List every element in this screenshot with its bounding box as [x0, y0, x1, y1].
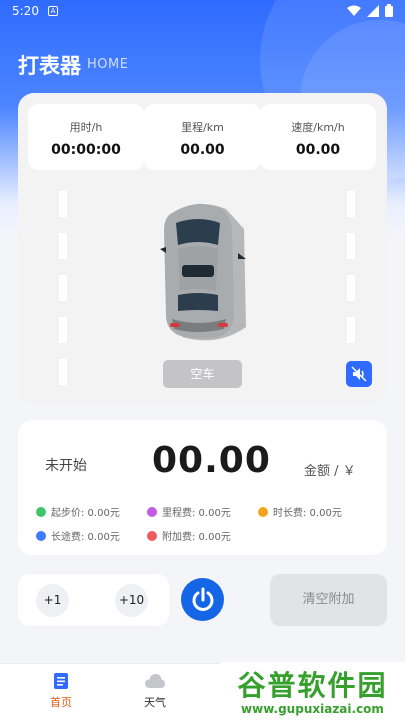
lane-mark — [347, 191, 355, 217]
fee-long-distance-label: 长途费: 0.00元 — [51, 532, 120, 543]
stat-distance-value: 00.00 — [180, 142, 225, 158]
plus-one-button[interactable]: +1 — [36, 584, 69, 617]
fee-mileage-label: 里程费: 0.00元 — [162, 508, 231, 519]
lane-mark — [347, 275, 355, 301]
stat-speed: 速度/km/h 00.00 — [260, 104, 376, 170]
status-time: 5:20 — [12, 4, 39, 18]
mileage-fee-icon — [147, 506, 157, 517]
stat-duration: 用时/h 00:00:00 — [28, 104, 144, 170]
increment-panel: +1 +10 — [18, 574, 169, 626]
lane-mark — [59, 275, 67, 301]
car-illustration — [160, 203, 246, 341]
power-icon — [192, 587, 213, 611]
duration-fee-icon — [258, 506, 268, 517]
voice-toggle-button[interactable] — [346, 361, 372, 387]
taximeter-panel: 用时/h 00:00:00 里程/km 00.00 速度/km/h 00.00 … — [18, 93, 387, 402]
lane-mark — [59, 233, 67, 259]
lane-mark — [59, 191, 67, 217]
stat-duration-label: 用时/h — [69, 121, 103, 134]
watermark-url: www.gupuxiazai.com — [241, 702, 384, 716]
fee-long-distance: 长途费: 0.00元 — [36, 528, 120, 543]
wifi-icon — [347, 5, 361, 16]
trip-status: 未开始 — [45, 458, 87, 474]
home-document-icon — [54, 673, 68, 689]
nav-home[interactable]: 首页 — [31, 672, 91, 710]
base-fare-icon — [36, 506, 46, 517]
fare-amount: 00.00 — [152, 440, 271, 481]
watermark-logo: 谷普软件园 www.gupuxiazai.com — [220, 662, 405, 721]
lane-mark — [347, 317, 355, 343]
stat-duration-value: 00:00:00 — [51, 142, 121, 158]
fee-base-label: 起步价: 0.00元 — [51, 508, 120, 519]
fee-extra: 附加费: 0.00元 — [147, 528, 231, 543]
fee-duration: 时长费: 0.00元 — [258, 504, 342, 519]
fare-unit: 金额 / ￥ — [304, 464, 356, 479]
nav-weather-label: 天气 — [144, 696, 166, 709]
stat-distance: 里程/km 00.00 — [144, 104, 261, 170]
battery-icon — [385, 4, 393, 17]
plus-ten-button[interactable]: +10 — [115, 584, 148, 617]
fee-duration-label: 时长费: 0.00元 — [273, 508, 342, 519]
nav-weather[interactable]: 天气 — [125, 672, 185, 710]
stat-distance-label: 里程/km — [181, 121, 224, 134]
fee-mileage: 里程费: 0.00元 — [147, 504, 231, 519]
lane-mark — [347, 233, 355, 259]
cloud-icon — [145, 674, 165, 688]
page-title: 打表器 — [18, 54, 81, 78]
fare-card: 未开始 00.00 金额 / ￥ 起步价: 0.00元 里程费: 0.00元 时… — [18, 420, 387, 555]
fee-extra-label: 附加费: 0.00元 — [162, 532, 231, 543]
extra-fee-icon — [147, 530, 157, 541]
vacant-status-button[interactable]: 空车 — [163, 360, 242, 388]
notification-a-icon: A — [48, 6, 58, 16]
lane-mark — [59, 359, 67, 385]
lane-mark — [59, 317, 67, 343]
watermark-main-text: 谷普软件园 — [237, 669, 388, 702]
page-subtitle: HOME — [87, 57, 129, 72]
power-button[interactable] — [181, 578, 224, 621]
nav-home-label: 首页 — [50, 696, 72, 709]
signal-icon — [367, 4, 379, 17]
mute-speaker-icon — [351, 366, 367, 382]
status-bar: 5:20 A — [0, 0, 405, 24]
long-distance-fee-icon — [36, 530, 46, 541]
clear-extra-button[interactable]: 清空附加 — [270, 574, 387, 626]
stat-speed-value: 00.00 — [295, 142, 341, 158]
stat-speed-label: 速度/km/h — [291, 121, 345, 134]
fee-base: 起步价: 0.00元 — [36, 504, 120, 519]
